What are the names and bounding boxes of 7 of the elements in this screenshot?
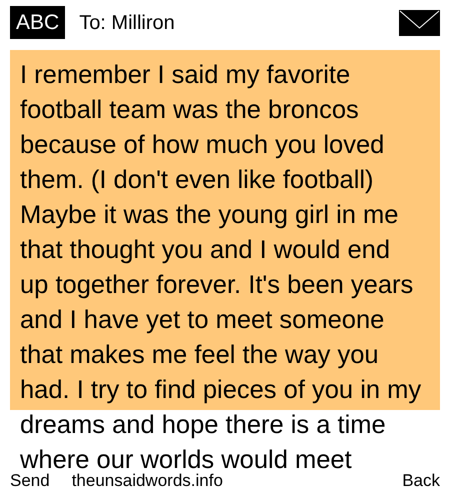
back-button[interactable]: Back (402, 472, 440, 489)
message-text: I remember I said my favorite football team was the broncos because of how much you loved them. (I don't even like football) Maybe it was the young girl in me that thought you and I would end up together forever. It's been years and I have yet to meet someone that makes me feel the way you had. I try to find pieces of you in my dreams and hope there is a time where our worlds would meet (20, 60, 422, 474)
envelope-icon[interactable] (399, 10, 440, 36)
logo: ABC (10, 6, 66, 39)
recipient: To: Milliron (79, 10, 175, 36)
site-name: theunsaidwords.info (72, 472, 223, 489)
send-button[interactable]: Send (10, 472, 50, 489)
